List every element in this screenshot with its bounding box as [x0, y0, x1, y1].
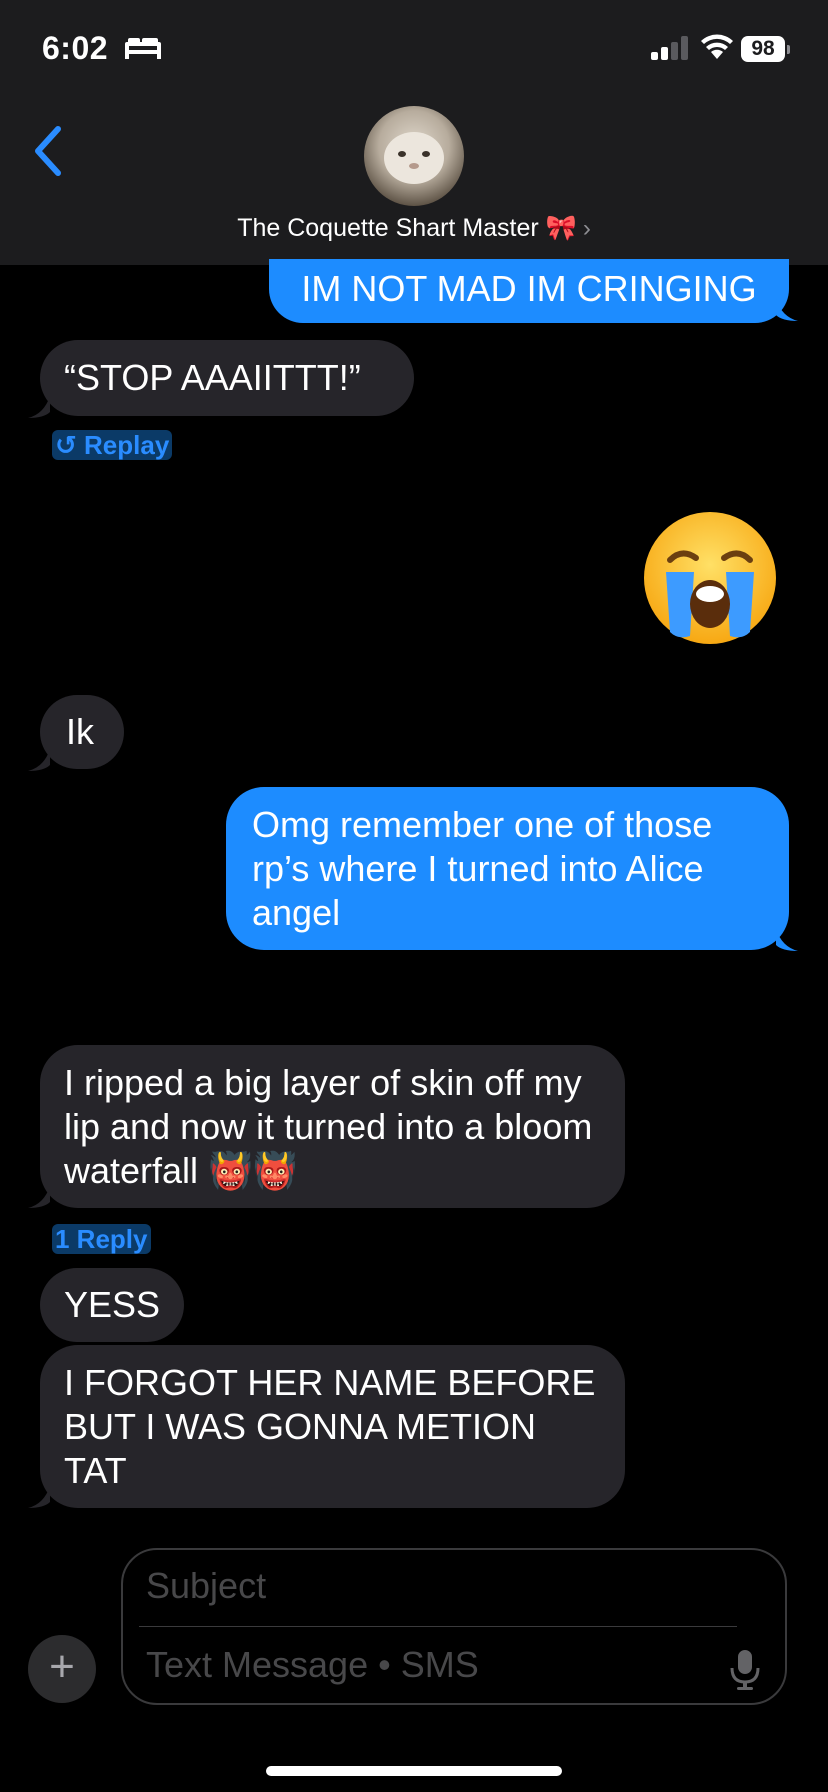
bubble-tail — [28, 749, 50, 771]
bed-icon — [125, 38, 161, 59]
bubble-tail — [776, 929, 798, 951]
chevron-right-icon: › — [582, 215, 591, 242]
avatar-image — [384, 132, 444, 184]
contact-name-row[interactable]: The Coquette Shart Master 🎀 › — [0, 214, 828, 243]
microphone-icon[interactable] — [728, 1648, 762, 1692]
battery-icon: 98 — [741, 36, 785, 62]
bubble-tail — [28, 1186, 50, 1208]
message-bubble-received[interactable]: Ik — [40, 695, 124, 769]
status-time: 6:02 — [42, 30, 109, 66]
contact-avatar[interactable] — [364, 106, 464, 206]
replay-label: Replay — [84, 430, 170, 460]
composer-divider — [139, 1626, 737, 1627]
replay-link[interactable]: ↺ Replay — [52, 430, 173, 461]
message-bubble-received[interactable]: I FORGOT HER NAME BEFORE BUT I WAS GONNA… — [40, 1345, 625, 1508]
plus-icon[interactable]: + — [28, 1635, 96, 1703]
message-bubble-received[interactable]: “STOP AAAIITTT!” — [40, 340, 414, 416]
message-input[interactable]: Text Message • SMS — [146, 1644, 479, 1686]
back-chevron-icon[interactable] — [30, 125, 64, 177]
message-emoji-sent[interactable] — [640, 508, 780, 653]
message-bubble-received[interactable]: YESS — [40, 1268, 184, 1342]
loudly-crying-face-icon — [644, 512, 776, 644]
home-indicator — [266, 1766, 562, 1776]
signal-icon — [651, 36, 688, 60]
battery-tip — [787, 45, 790, 54]
message-bubble-received[interactable]: I ripped a big layer of skin off my lip … — [40, 1045, 625, 1208]
bubble-tail — [28, 396, 50, 418]
contact-name: The Coquette Shart Master 🎀 — [237, 214, 577, 242]
subject-input[interactable]: Subject — [146, 1565, 266, 1607]
bubble-tail — [776, 299, 798, 321]
replay-icon: ↺ — [55, 430, 77, 460]
wifi-icon — [701, 34, 733, 59]
thread-replies-label: 1 Reply — [52, 1224, 151, 1254]
message-bubble-sent[interactable]: IM NOT MAD IM CRINGING — [269, 259, 789, 323]
bubble-tail — [28, 1486, 50, 1508]
message-bubble-sent[interactable]: Omg remember one of those rp’s where I t… — [226, 787, 789, 950]
thread-replies-link[interactable]: 1 Reply — [52, 1224, 151, 1255]
